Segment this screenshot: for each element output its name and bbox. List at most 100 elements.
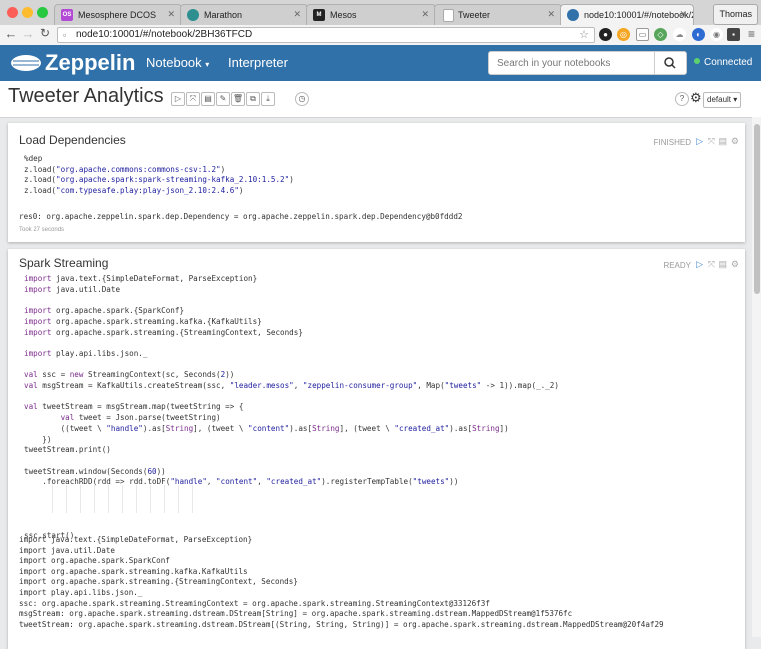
tab-zeppelin-notebook[interactable]: node10:10001/#/notebook/2B ✕ xyxy=(560,4,694,25)
tab-marathon[interactable]: Marathon ✕ xyxy=(180,4,308,25)
caret-down-icon: ▾ xyxy=(733,95,738,104)
connection-label: Connected xyxy=(704,57,753,68)
bookmark-star-icon[interactable]: ☆ xyxy=(579,28,589,42)
output-line: import java.text.{SimpleDateFormat, Pars… xyxy=(19,535,253,544)
output-line: import org.apache.spark.streaming.{Strea… xyxy=(19,577,298,587)
tab-label: node10:10001/#/notebook/2B xyxy=(584,10,694,20)
code-line: val msgStream = KafkaUtils.createStream(… xyxy=(24,381,559,391)
address-bar[interactable]: ▫ node10:10001/#/notebook/2BH36TFCD ☆ xyxy=(57,27,595,43)
maximize-window-button[interactable] xyxy=(37,7,48,18)
extension-square-icon[interactable]: ▪ xyxy=(727,28,740,41)
notebook-menu[interactable]: Notebook ▾ xyxy=(146,55,209,70)
browser-tab-strip: OS Mesosphere DCOS ✕ Marathon ✕ M Mesos … xyxy=(0,0,761,25)
brand-name[interactable]: Zeppelin xyxy=(45,50,135,76)
code-line: val ssc = new StreamingContext(sc, Secon… xyxy=(24,370,235,380)
settings-icon[interactable]: ⚙ xyxy=(731,136,739,147)
tab-mesosphere-dcos[interactable]: OS Mesosphere DCOS ✕ xyxy=(54,4,182,25)
close-tab-icon[interactable]: ✕ xyxy=(547,9,555,20)
run-all-icon[interactable]: ▷ xyxy=(171,92,185,106)
run-paragraph-icon[interactable]: ▷ xyxy=(696,136,703,147)
notebook-menu-label: Notebook xyxy=(146,55,202,70)
code-line: z.load("com.typesafe.play:play-json_2.10… xyxy=(24,186,244,196)
extension-gray-icon[interactable]: ◉ xyxy=(710,28,723,41)
close-tab-icon[interactable]: ✕ xyxy=(293,9,301,20)
extension-orange-icon[interactable]: ◎ xyxy=(617,28,630,41)
tab-label: Marathon xyxy=(204,10,243,20)
code-line: import org.apache.spark.streaming.kafka.… xyxy=(24,316,262,326)
interpreter-link[interactable]: Interpreter xyxy=(228,55,288,70)
code-line: tweetStream.window(Seconds(60)) xyxy=(24,466,166,476)
clock-icon[interactable]: ◷ xyxy=(295,92,309,106)
scrollbar-thumb[interactable] xyxy=(754,124,760,294)
output-line: import org.apache.spark.SparkConf xyxy=(19,556,170,566)
zeppelin-icon xyxy=(567,9,579,21)
search-icon xyxy=(664,57,676,69)
profile-button[interactable]: Thomas xyxy=(713,4,758,25)
close-tab-icon[interactable]: ✕ xyxy=(421,9,429,20)
url-text: node10:10001/#/notebook/2BH36TFCD xyxy=(76,29,253,40)
gear-icon[interactable]: ⚙ xyxy=(690,90,702,106)
extension-dark-icon[interactable]: ● xyxy=(599,28,612,41)
code-line: z.load("org.apache.commons:commons-csv:1… xyxy=(24,164,226,174)
interpreter-binding-select[interactable]: default ▾ xyxy=(703,92,742,108)
clone-icon[interactable]: ⧉ xyxy=(246,92,260,106)
cloud-icon[interactable]: ☁ xyxy=(673,28,686,41)
notebook-search[interactable]: Search in your notebooks xyxy=(488,51,687,75)
browser-toolbar: ← → ↻ ▫ node10:10001/#/notebook/2BH36TFC… xyxy=(0,25,761,46)
default-select-label: default xyxy=(707,95,732,104)
output-line: msgStream: org.apache.spark.streaming.ds… xyxy=(19,609,573,619)
close-tab-icon[interactable]: ✕ xyxy=(167,9,175,20)
code-line: import play.api.libs.json._ xyxy=(24,348,148,358)
clear-output-icon[interactable]: ✎ xyxy=(216,92,230,106)
tab-tweeter[interactable]: Tweeter ✕ xyxy=(434,4,562,25)
code-line: val tweet = Json.parse(tweetString) xyxy=(60,413,221,423)
code-line: tweetStream.print() xyxy=(24,445,111,455)
notebook-title[interactable]: Tweeter Analytics xyxy=(8,85,164,108)
notebook-action-bar: Tweeter Analytics ▷ ⤧ ▤ ✎ 🗑 ⧉ ⤓ ◷ ? ⚙ de… xyxy=(0,81,761,118)
tab-mesos[interactable]: M Mesos ✕ xyxy=(306,4,436,25)
output-line: tweetStream: org.apache.spark.streaming.… xyxy=(19,619,664,629)
code-line: ((tweet \ "handle").as[String], (tweet \… xyxy=(24,423,509,433)
code-line: import java.text.{SimpleDateFormat, Pars… xyxy=(24,274,258,283)
close-window-button[interactable] xyxy=(7,7,18,18)
settings-icon[interactable]: ⚙ xyxy=(731,259,739,270)
toggle-output-icon[interactable]: ▤ xyxy=(718,136,727,147)
tab-label: Mesosphere DCOS xyxy=(78,10,157,20)
mesos-icon: M xyxy=(313,9,325,21)
code-line: import org.apache.spark.streaming.{Strea… xyxy=(24,327,303,337)
expand-icon[interactable]: ⤧ xyxy=(708,259,715,270)
toggle-output-icon[interactable]: ▤ xyxy=(718,259,727,270)
cast-icon[interactable]: ▭ xyxy=(636,28,649,41)
export-icon[interactable]: ⤓ xyxy=(261,92,275,106)
code-editor[interactable]: import java.text.{SimpleDateFormat, Pars… xyxy=(24,274,559,542)
paragraph-title[interactable]: Load Dependencies xyxy=(19,133,126,147)
output-line: ssc: org.apache.spark.streaming.Streamin… xyxy=(19,598,490,608)
toggle-output-icon[interactable]: ▤ xyxy=(201,92,215,106)
page-info-icon: ▫ xyxy=(63,30,67,40)
paragraph-title[interactable]: Spark Streaming xyxy=(19,256,108,270)
code-line: import java.util.Date xyxy=(24,284,121,294)
extension-blue-icon[interactable]: ◐ xyxy=(692,28,705,41)
minimize-window-button[interactable] xyxy=(22,7,33,18)
expand-icon[interactable]: ⤧ xyxy=(708,136,715,147)
toggle-code-icon[interactable]: ⤧ xyxy=(186,92,200,106)
help-icon[interactable]: ? xyxy=(675,92,689,106)
run-paragraph-icon[interactable]: ▷ xyxy=(696,259,703,270)
paragraph-status: FINISHED xyxy=(653,138,691,147)
extension-green-icon[interactable]: ◇ xyxy=(654,28,667,41)
page-icon xyxy=(443,9,454,22)
close-tab-icon[interactable]: ✕ xyxy=(679,9,687,20)
tab-label: Tweeter xyxy=(458,10,491,20)
delete-icon[interactable]: 🗑 xyxy=(231,92,245,106)
search-input[interactable]: Search in your notebooks xyxy=(497,58,610,69)
reload-icon[interactable]: ↻ xyxy=(38,26,52,40)
output-line: import org.apache.spark.streaming.kafka.… xyxy=(19,566,248,576)
chrome-menu-icon[interactable]: ≡ xyxy=(745,28,758,41)
forward-arrow-icon[interactable]: → xyxy=(21,26,35,41)
code-editor[interactable]: %dep z.load("org.apache.commons:commons-c… xyxy=(24,154,294,197)
back-arrow-icon[interactable]: ← xyxy=(4,26,18,41)
code-line: import org.apache.spark.{SparkConf} xyxy=(24,306,185,316)
search-button[interactable] xyxy=(654,51,686,75)
